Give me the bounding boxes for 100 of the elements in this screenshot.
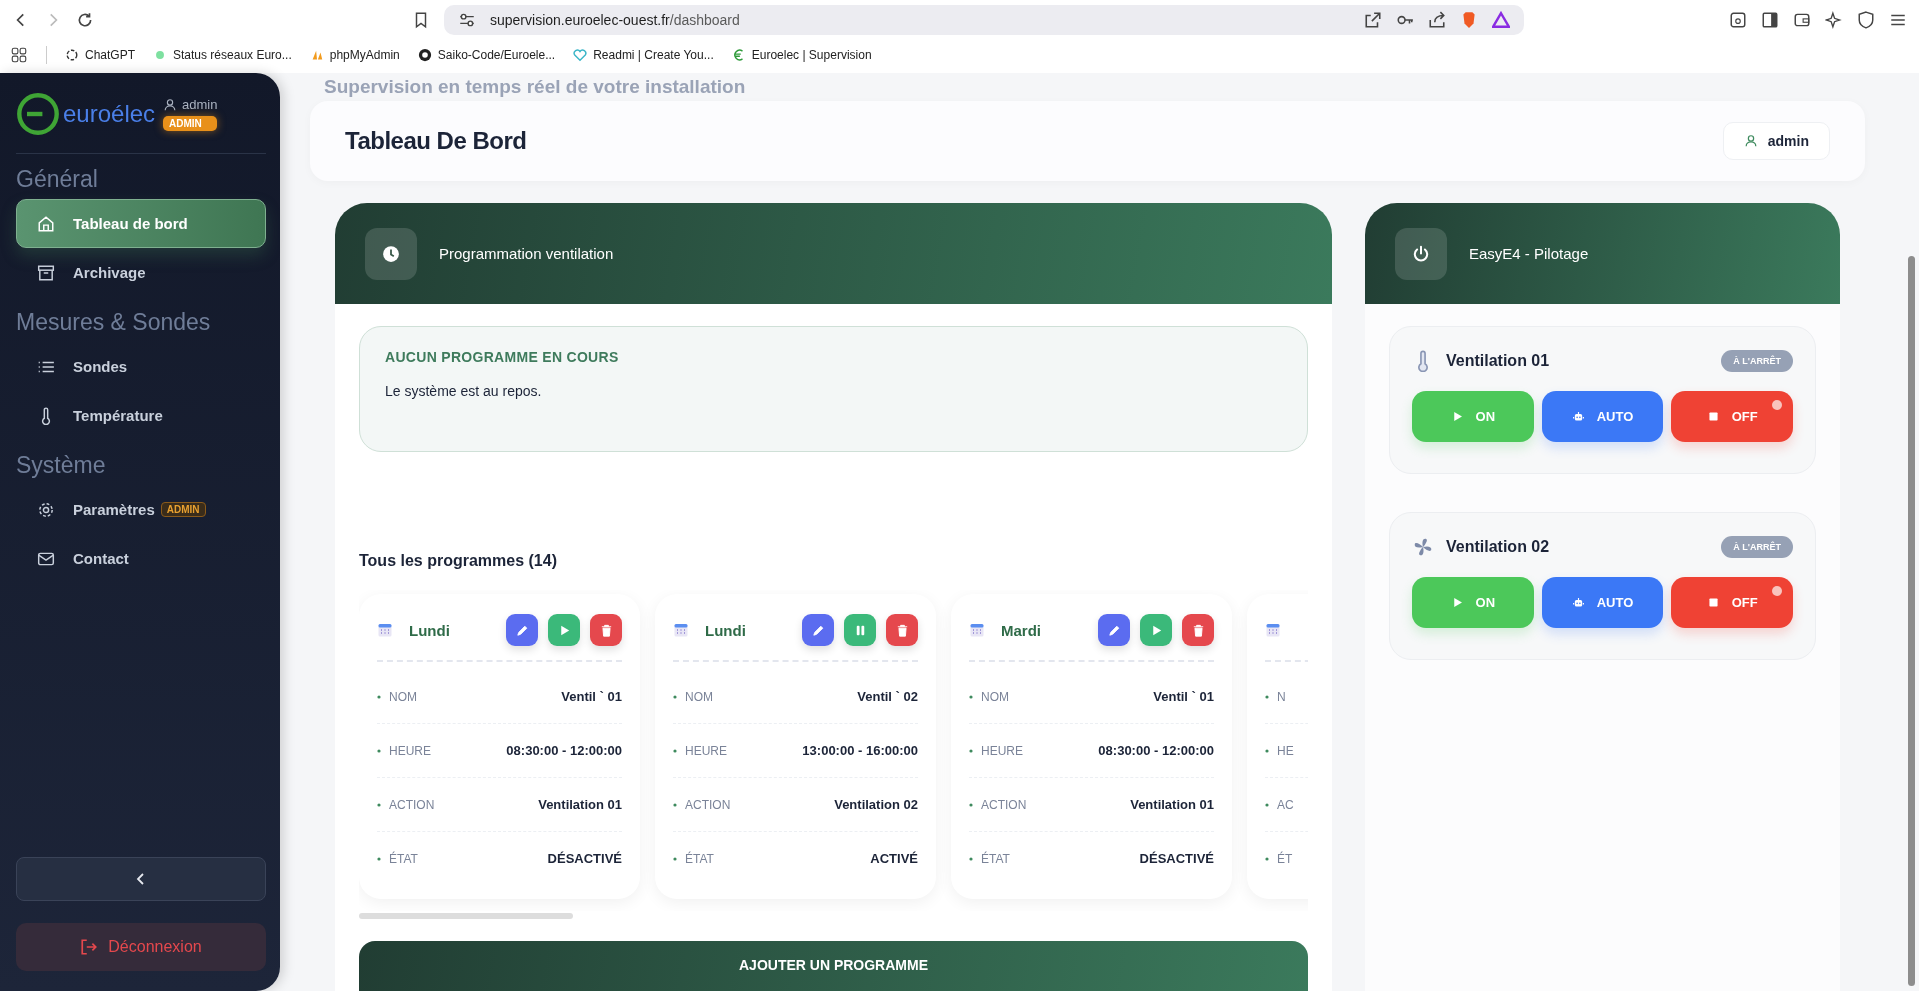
bullet-icon [969, 856, 973, 861]
bullet-icon [1265, 802, 1269, 807]
bookmark-link[interactable]: Readmi | Create You... [573, 48, 714, 62]
robot-icon [1571, 596, 1585, 609]
euro-icon [731, 48, 746, 62]
shield-icon[interactable] [1857, 11, 1875, 29]
logo-icon [16, 92, 60, 136]
field-label: ACTION [389, 797, 435, 812]
reader-icon[interactable] [1729, 11, 1747, 29]
scrollbar-thumb[interactable] [1908, 256, 1915, 986]
field-label: NOM [981, 689, 1009, 704]
calendar-icon [969, 622, 985, 638]
field-label: N [1277, 689, 1286, 704]
off-button[interactable]: OFF [1671, 391, 1793, 442]
open-external-icon[interactable] [1364, 11, 1382, 29]
field-label: HEURE [389, 743, 431, 758]
field-label: AC [1277, 797, 1294, 812]
bullet-icon [1265, 694, 1269, 699]
bullet-icon [377, 694, 381, 699]
day-label: Lundi [705, 621, 746, 639]
field-value: Ventilation 01 [1130, 797, 1214, 812]
bullet-icon [969, 802, 973, 807]
user-button[interactable]: admin [1722, 122, 1830, 160]
calendar-icon [673, 622, 689, 638]
field-value: Ventil ` 02 [857, 689, 918, 704]
apps-icon[interactable] [10, 46, 28, 64]
stop-icon [1706, 410, 1720, 423]
status-dot-icon [153, 48, 167, 62]
chevron-icon [136, 871, 146, 887]
role-badge: ADMIN [163, 116, 218, 131]
robot-icon [1571, 410, 1585, 423]
share-icon[interactable] [1428, 11, 1446, 29]
section-heading: Tous les programmes (14) [359, 552, 558, 570]
calendar-icon [1265, 622, 1281, 638]
edit-button[interactable] [506, 614, 538, 646]
field-label: NOM [685, 689, 713, 704]
settings-icon [37, 500, 55, 519]
field-label: ÉTAT [981, 851, 1010, 866]
url-text: supervision.euroelec-ouest.fr/dashboard [490, 12, 740, 28]
field-label: HEURE [685, 743, 727, 758]
bullet-icon [377, 856, 381, 861]
bookmark-link[interactable]: Status réseaux Euro... [153, 48, 292, 62]
nav-item[interactable]: Sondes [16, 342, 266, 391]
edit-button[interactable] [802, 614, 834, 646]
user-icon [163, 97, 178, 112]
off-button[interactable]: OFF [1671, 577, 1793, 628]
field-label: ÉT [1277, 851, 1293, 866]
auto-button[interactable]: AUTO [1541, 577, 1664, 628]
panel-title: EasyE4 - Pilotage [1469, 245, 1589, 262]
section-title: Général [16, 165, 99, 194]
logo-text: euroélec [63, 100, 156, 128]
nav-item[interactable]: Paramètres ADMIN [16, 485, 266, 534]
address-bar[interactable]: supervision.euroelec-ouest.fr/dashboard [444, 5, 1524, 35]
logout-icon [80, 938, 99, 956]
bullet-icon [969, 694, 973, 699]
site-settings-icon[interactable] [458, 11, 476, 29]
user-icon [1743, 134, 1758, 148]
delete-button[interactable] [886, 614, 918, 646]
field-value: 08:30:00 - 12:00:00 [506, 743, 622, 758]
sidebar-toggle-icon[interactable] [1761, 11, 1779, 29]
delete-button[interactable] [590, 614, 622, 646]
edit-button[interactable] [1098, 614, 1130, 646]
lion-shield-icon[interactable] [1460, 11, 1478, 29]
bullet-icon [377, 802, 381, 807]
field-label: ÉTAT [685, 851, 714, 866]
home-icon [37, 214, 55, 233]
field-value: ACTIVÉ [870, 851, 918, 866]
status-text: Le système est au repos. [385, 383, 543, 399]
power-icon [1412, 244, 1430, 263]
user-name: admin [182, 97, 218, 112]
sparkle-icon[interactable] [1825, 11, 1843, 29]
field-value: Ventil ` 01 [561, 689, 622, 704]
auto-button[interactable]: AUTO [1541, 391, 1664, 442]
bookmark-link[interactable]: Saiko-Code/Euroele... [417, 48, 556, 62]
nav-item[interactable]: Contact [16, 534, 266, 583]
nav-item[interactable]: Température [16, 391, 266, 440]
bookmark-link[interactable]: Euroelec | Supervision [731, 48, 872, 62]
add-program-button[interactable]: AJOUTER UN PROGRAMME [359, 941, 1308, 991]
nav-item[interactable]: Archivage [16, 248, 266, 297]
field-value: DÉSACTIVÉ [547, 851, 622, 866]
scrollbar-thumb[interactable] [359, 913, 573, 919]
bookmark-link[interactable]: ChatGPT [65, 48, 135, 62]
nav-item[interactable]: Tableau de bord [16, 199, 266, 248]
reload-icon[interactable] [76, 11, 94, 29]
wallet-icon[interactable] [1793, 11, 1811, 29]
device-name: Ventilation 02 [1446, 538, 1550, 556]
field-label: HE [1277, 743, 1294, 758]
bullet-icon [673, 694, 677, 699]
field-label: ÉTAT [389, 851, 418, 866]
device-name: Ventilation 01 [1446, 352, 1550, 370]
bookmark-link[interactable]: phpMyAdmin [309, 48, 400, 62]
page-title: Tableau De Bord [345, 127, 527, 155]
heart-icon [573, 48, 588, 62]
delete-button[interactable] [1182, 614, 1214, 646]
status-heading: AUCUN PROGRAMME EN COURS [385, 349, 620, 365]
field-value: Ventilation 01 [538, 797, 622, 812]
triangle-icon[interactable] [1492, 11, 1510, 29]
field-value: 08:30:00 - 12:00:00 [1098, 743, 1214, 758]
panel-title: Programmation ventilation [439, 245, 614, 262]
calendar-icon [377, 622, 393, 638]
